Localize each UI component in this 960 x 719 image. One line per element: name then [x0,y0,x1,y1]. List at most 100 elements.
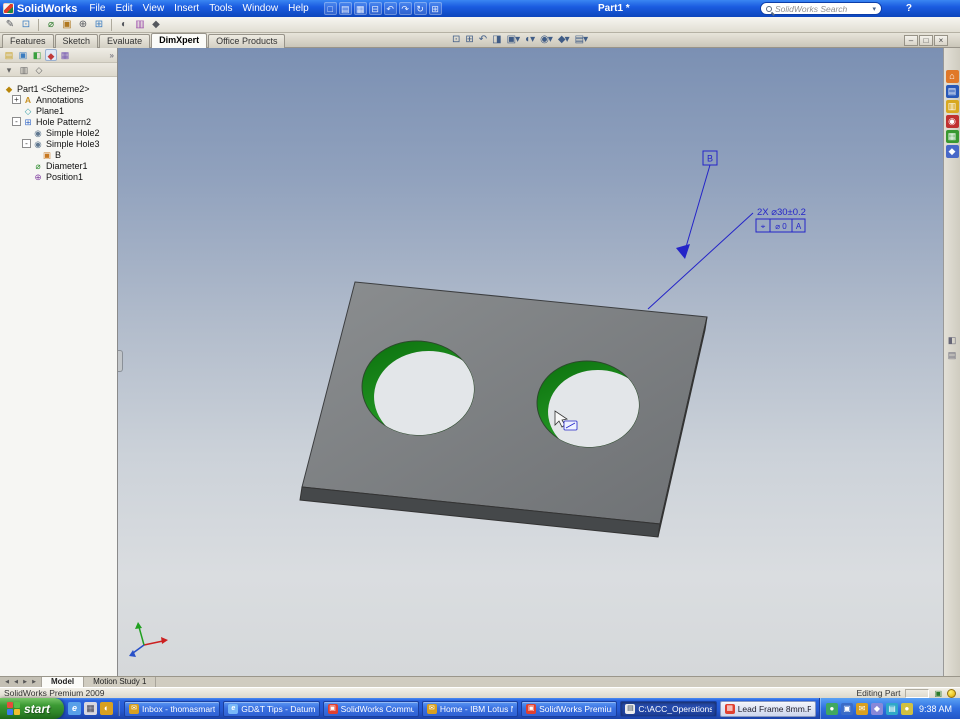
featuremanager-tab-icon[interactable]: ▤ [3,49,15,61]
menu-window[interactable]: Window [238,0,284,17]
options-icon[interactable]: ⊞ [428,2,442,15]
dimxpertmanager-tab-icon[interactable]: ◆ [45,49,57,61]
propertymanager-tab-icon[interactable]: ▣ [17,49,29,61]
tab-sketch[interactable]: Sketch [54,34,99,48]
location-dimension-icon[interactable]: ⊡ [19,18,33,32]
help-icon[interactable]: ? [906,0,912,17]
redo-icon[interactable]: ↷ [398,2,412,15]
datum-icon[interactable]: ▣ [60,18,74,32]
pane-tab-icon[interactable]: ▤ [946,349,959,362]
configurationmanager-tab-icon[interactable]: ◧ [31,49,43,61]
save-icon[interactable]: ▦ [353,2,367,15]
menu-help[interactable]: Help [283,0,314,17]
open-icon[interactable]: ▤ [338,2,352,15]
tree-item-diameter1[interactable]: ⌀ Diameter1 [2,160,117,171]
part-top-face[interactable] [301,281,708,525]
tray-icon-5[interactable]: ▤ [885,702,898,715]
hide-show-items-icon[interactable]: ◉▾ [540,34,553,45]
file-explorer-icon[interactable]: ▥ [945,100,959,113]
tray-icon-1[interactable]: ● [825,702,838,715]
lotus-quicklaunch-icon[interactable]: ◐ [100,702,114,715]
filter-icon[interactable]: ▥ [18,64,30,76]
restore-doc-icon[interactable]: □ [919,35,933,46]
zoom-fit-icon[interactable]: ⊡ [452,34,460,45]
apply-scene-icon[interactable]: ▤▾ [575,34,589,45]
pin-icon[interactable]: ◇ [33,64,45,76]
hole-dimension-annotation[interactable] [647,212,754,310]
tray-icon-6[interactable]: ● [900,702,913,715]
taskbar-button-acc-operations[interactable]: ▤ C:\ACC_Operations\... [620,700,717,717]
tree-item-part[interactable]: ◆ Part1 <Scheme2> [2,83,117,94]
display-style-icon[interactable]: ◐▾ [525,34,535,45]
tray-icon-2[interactable]: ▣ [840,702,853,715]
show-tolerance-status-icon[interactable]: ◐ [117,18,131,32]
tray-icon-4[interactable]: ◆ [870,702,883,715]
tree-item-position1[interactable]: ⊕ Position1 [2,171,117,182]
search-box[interactable]: ▾ [760,2,882,15]
search-pane-icon[interactable]: ◉ [945,115,959,128]
displaymanager-tab-icon[interactable]: ▦ [59,49,71,61]
expand-icon[interactable]: + [12,95,21,104]
tree-item-hole-pattern2[interactable]: - ⊞ Hole Pattern2 [2,116,117,127]
tree-item-simple-hole3[interactable]: - ◉ Simple Hole3 [2,138,117,149]
status-led-icon[interactable] [947,688,956,698]
taskbar-button-lead-frame-pdf[interactable]: ▦ Lead Frame 8mm.PDF... [719,700,816,717]
auto-dimension-icon[interactable]: ✎ [3,18,17,32]
next-tab-icon[interactable]: ▶ [21,679,29,685]
menu-file[interactable]: File [84,0,110,17]
geometric-tolerance-icon[interactable]: ⊕ [76,18,90,32]
section-view-icon[interactable]: ◨ [492,34,502,45]
taskbar-button-gdt-tips[interactable]: e GD&T Tips - Datum - ... [223,700,320,717]
menu-tools[interactable]: Tools [204,0,237,17]
pane-handle-icon[interactable]: ◧ [946,334,959,347]
print-icon[interactable]: ⊟ [368,2,382,15]
zoom-area-icon[interactable]: ⊞ [465,34,473,45]
panel-splitter-handle[interactable] [118,350,123,372]
search-dropdown-icon[interactable]: ▾ [872,5,876,13]
taskbar-button-inbox[interactable]: ✉ Inbox - thomasmartin... [124,700,221,717]
ie-quicklaunch-icon[interactable]: e [68,702,82,715]
size-dimension-icon[interactable]: ⌀ [44,18,58,32]
menu-view[interactable]: View [138,0,170,17]
view-orientation-icon[interactable]: ▣▾ [507,34,521,45]
tab-evaluate[interactable]: Evaluate [99,34,151,48]
minimize-doc-icon[interactable]: – [904,35,918,46]
tree-item-datum-b[interactable]: ▣ B [2,149,117,160]
tab-dimxpert[interactable]: DimXpert [151,33,208,48]
previous-view-icon[interactable]: ↶ [479,34,487,45]
graphics-viewport[interactable]: 2X ⌀30±0.2 ⌖ ⌀ 0 A B [118,48,943,676]
tree-item-simple-hole2[interactable]: ◉ Simple Hole2 [2,127,117,138]
document-recovery-icon[interactable]: ◆ [945,145,959,158]
tree-item-plane1[interactable]: ◇ Plane1 [2,105,117,116]
collapse-pane-icon[interactable]: » [110,51,114,60]
show-desktop-icon[interactable]: ▦ [84,702,98,715]
close-doc-icon[interactable]: × [934,35,948,46]
part-body[interactable] [299,281,708,538]
taskbar-button-sw-premium[interactable]: ▣ SolidWorks Premium 2... [521,700,618,717]
new-document-icon[interactable]: □ [323,2,337,15]
taskbar-button-lotus-home[interactable]: ✉ Home - IBM Lotus Notes [421,700,519,717]
tree-display-icon[interactable]: ▾ [3,64,15,76]
tab-features[interactable]: Features [2,34,54,48]
resources-icon[interactable]: ⌂ [945,70,959,83]
first-tab-icon[interactable]: ◀ [3,679,11,685]
prev-tab-icon[interactable]: ◀ [12,679,20,685]
graphics-area[interactable]: 2X ⌀30±0.2 ⌖ ⌀ 0 A B [118,48,943,676]
undo-icon[interactable]: ↶ [383,2,397,15]
tab-model[interactable]: Model [42,677,85,687]
collapse-icon[interactable]: - [12,117,21,126]
search-input[interactable] [775,3,870,14]
taskbar-button-sw-community[interactable]: ▣ SolidWorks Communi... [322,700,419,717]
start-button[interactable]: start [0,698,65,719]
custom-properties-icon[interactable]: ▦ [945,130,959,143]
tray-icon-3[interactable]: ✉ [855,702,868,715]
tab-motion-study-1[interactable]: Motion Study 1 [84,677,157,687]
tab-office-products[interactable]: Office Products [208,34,286,48]
datum-b-annotation[interactable] [676,150,718,259]
collapse-icon[interactable]: - [22,139,31,148]
tree-item-annotations[interactable]: + A Annotations [2,94,117,105]
menu-insert[interactable]: Insert [169,0,204,17]
pattern-feature-icon[interactable]: ⊞ [92,18,106,32]
tolanalyst-icon[interactable]: ◆ [149,18,163,32]
edit-appearance-icon[interactable]: ◆▾ [558,34,570,45]
